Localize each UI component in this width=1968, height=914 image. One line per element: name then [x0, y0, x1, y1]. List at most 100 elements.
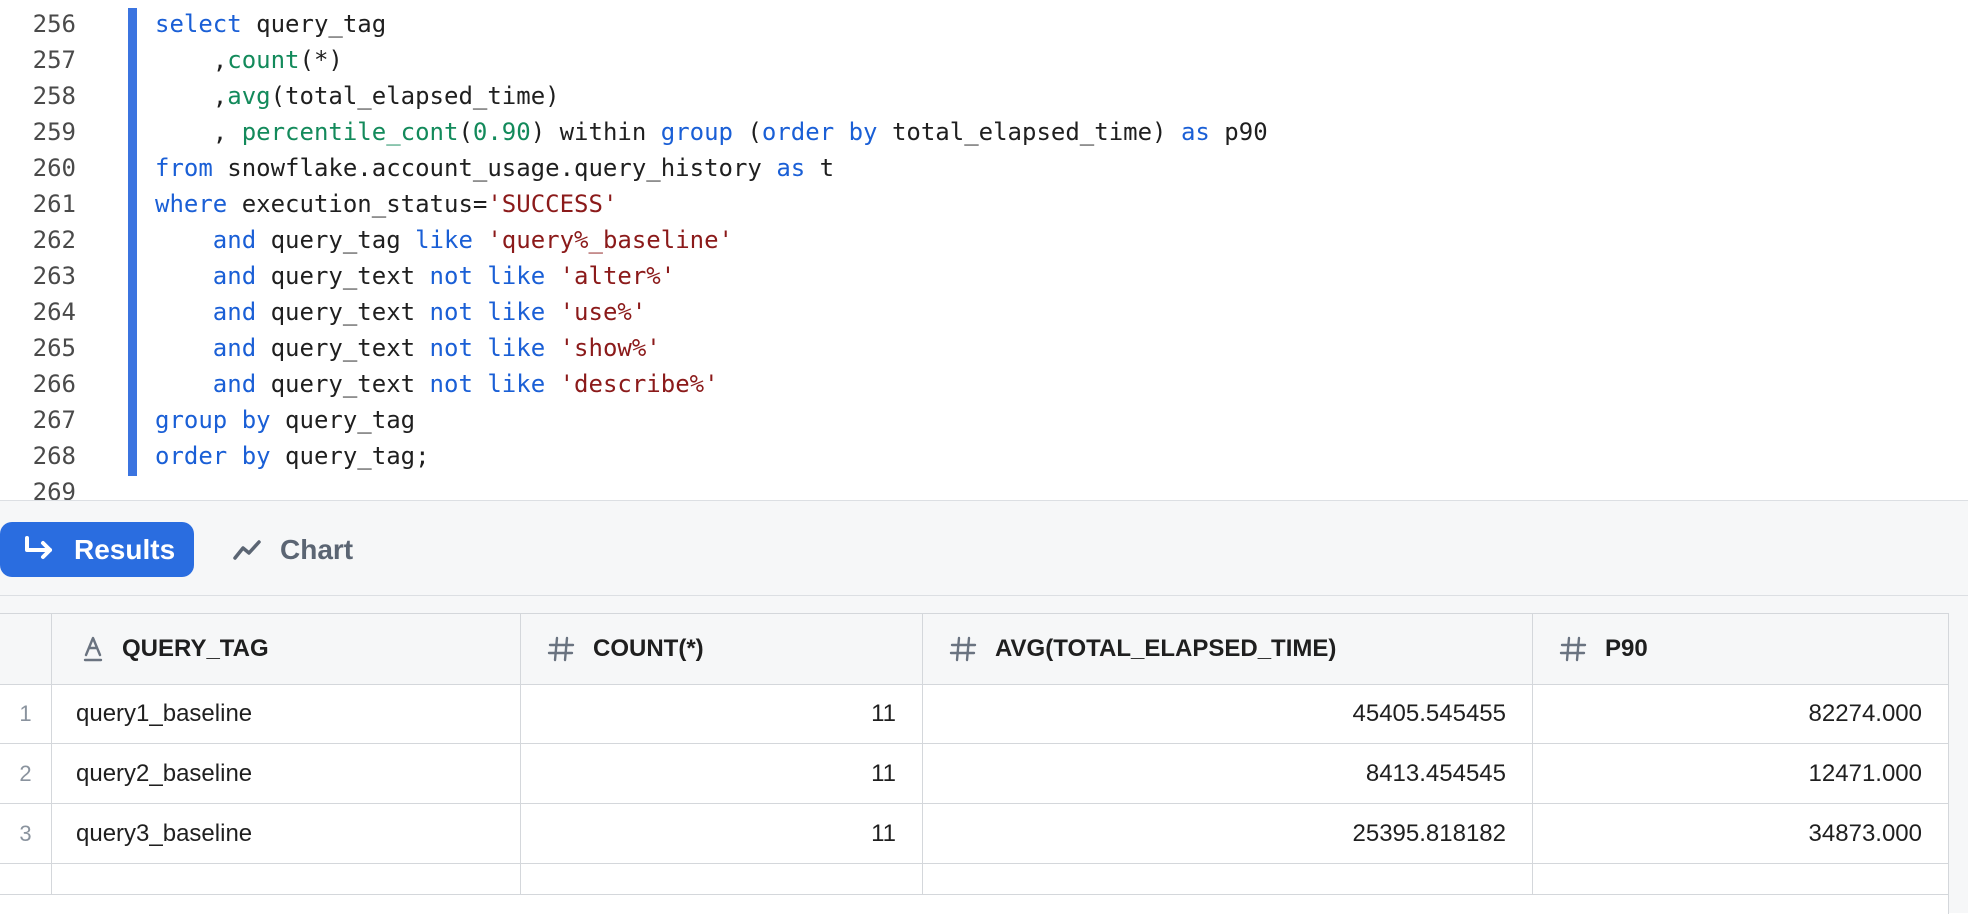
number-type-icon [949, 635, 977, 663]
code-token: execution_status= [227, 190, 488, 218]
code-token: (*) [299, 46, 343, 74]
code-text: select query_tag [155, 6, 386, 42]
table-row[interactable]: 2 query2_baseline 11 8413.454545 12471.0… [0, 744, 1948, 804]
code-token: and [212, 334, 257, 362]
code-line[interactable]: 262 and query_tag like 'query%_baseline' [0, 222, 1968, 258]
code-token: query_text [256, 334, 430, 362]
code-token: not like [429, 334, 546, 362]
code-token: like [415, 226, 473, 254]
line-number: 264 [32, 298, 76, 326]
line-number: 268 [32, 442, 76, 470]
cell-query-tag[interactable]: query2_baseline [52, 744, 521, 803]
code-token: query_tag; [270, 442, 430, 470]
tab-chart[interactable]: Chart [232, 522, 353, 577]
cell-empty [923, 864, 1533, 894]
code-line[interactable]: 260 from snowflake.account_usage.query_hi… [0, 150, 1968, 186]
table-empty-row [0, 864, 1948, 895]
row-index-header [0, 614, 52, 684]
table-row[interactable]: 1 query1_baseline 11 45405.545455 82274.… [0, 684, 1948, 744]
result-tabs: Results Chart [0, 501, 1968, 596]
code-line[interactable]: 268 order by query_tag; [0, 438, 1968, 474]
code-token: ( [458, 118, 473, 146]
line-number: 257 [32, 46, 76, 74]
cell-count[interactable]: 11 [521, 684, 923, 743]
code-line[interactable]: 265 and query_text not like 'show%' [0, 330, 1968, 366]
sql-editor[interactable]: 256 select query_tag 257 ,count(*) 258 ,avg… [0, 0, 1968, 500]
column-header-avg-elapsed[interactable]: AVG(TOTAL_ELAPSED_TIME) [923, 614, 1533, 684]
code-text: and query_tag like 'query%_baseline' [155, 222, 733, 258]
column-header-label: AVG(TOTAL_ELAPSED_TIME) [995, 635, 1337, 662]
line-number: 260 [32, 154, 76, 182]
line-number: 261 [32, 190, 76, 218]
code-text: and query_text not like 'describe%' [155, 366, 719, 402]
code-line[interactable]: 266 and query_text not like 'describe%' [0, 366, 1968, 402]
code-token: query_text [256, 370, 430, 398]
cell-query-tag[interactable]: query3_baseline [52, 804, 521, 863]
code-text: ,count(*) [155, 42, 343, 78]
code-token: order by [761, 118, 878, 146]
tab-results[interactable]: Results [0, 522, 194, 577]
cell-avg-elapsed[interactable]: 45405.545455 [923, 684, 1533, 743]
row-index [0, 864, 52, 894]
cell-avg-elapsed[interactable]: 25395.818182 [923, 804, 1533, 863]
line-number: 269 [32, 478, 76, 500]
code-line[interactable]: 256 select query_tag [0, 6, 1968, 42]
code-line[interactable]: 259 , percentile_cont(0.90) within group… [0, 114, 1968, 150]
code-token: where [155, 190, 228, 218]
table-row[interactable]: 3 query3_baseline 11 25395.818182 34873.… [0, 804, 1948, 864]
code-token: and [212, 298, 257, 326]
cell-avg-elapsed[interactable]: 8413.454545 [923, 744, 1533, 803]
code-line[interactable]: 263 and query_text not like 'alter%' [0, 258, 1968, 294]
code-token: and [212, 262, 257, 290]
line-number: 263 [32, 262, 76, 290]
code-line[interactable]: 267 group by query_tag [0, 402, 1968, 438]
code-token: query_tag [241, 10, 387, 38]
cell-count[interactable]: 11 [521, 804, 923, 863]
code-token: ) within [530, 118, 661, 146]
cell-query-tag[interactable]: query1_baseline [52, 684, 521, 743]
cell-p90[interactable]: 34873.000 [1533, 804, 1948, 863]
code-token: count [227, 46, 300, 74]
code-line[interactable]: 261 where execution_status='SUCCESS' [0, 186, 1968, 222]
cell-p90[interactable]: 12471.000 [1533, 744, 1948, 803]
code-token: order by [155, 442, 271, 470]
line-number: 256 [32, 10, 76, 38]
column-header-label: P90 [1605, 635, 1648, 662]
cell-count[interactable]: 11 [521, 744, 923, 803]
cell-p90[interactable]: 82274.000 [1533, 684, 1948, 743]
code-token: 'describe%' [559, 370, 719, 398]
code-token: query_text [256, 298, 430, 326]
code-token: as [1180, 118, 1210, 146]
code-line[interactable]: 269 [0, 474, 1968, 500]
code-token: group [660, 118, 733, 146]
tab-chart-label: Chart [280, 533, 354, 565]
code-token: and [212, 370, 257, 398]
code-line[interactable]: 264 and query_text not like 'use%' [0, 294, 1968, 330]
code-token: snowflake.account_usage.query_history [212, 154, 777, 182]
column-header-query-tag[interactable]: QUERY_TAG [52, 614, 521, 684]
column-header-label: COUNT(*) [593, 635, 704, 662]
code-token: avg [227, 82, 271, 110]
code-token: , [155, 82, 228, 110]
code-token: t [805, 154, 835, 182]
code-token: group by [155, 406, 271, 434]
column-header-count[interactable]: COUNT(*) [521, 614, 923, 684]
code-token: percentile_cont [241, 118, 459, 146]
code-text: where execution_status='SUCCESS' [155, 186, 617, 222]
code-line[interactable]: 257 ,count(*) [0, 42, 1968, 78]
column-header-p90[interactable]: P90 [1533, 614, 1948, 684]
code-text: group by query_tag [155, 402, 415, 438]
cell-empty [521, 864, 923, 894]
code-token: 'show%' [559, 334, 661, 362]
tab-results-label: Results [74, 533, 176, 565]
code-line[interactable]: 258 ,avg(total_elapsed_time) [0, 78, 1968, 114]
